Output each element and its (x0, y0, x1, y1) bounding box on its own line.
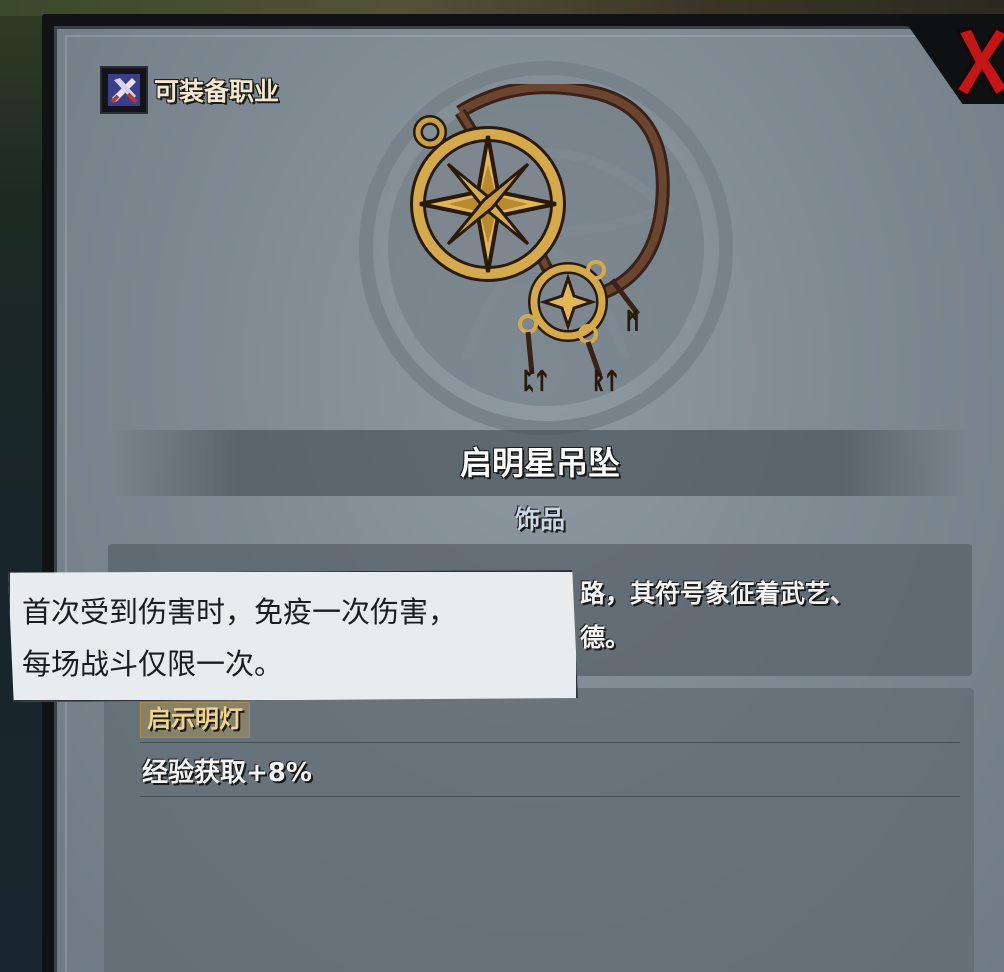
game-scene: 可装备职业 ᛈᛏ ᚱᛏ ᛗ 启明星吊坠 饰品 路，其符号象征着武艺、 德。 启示… (0, 0, 1004, 972)
svg-text:ᛗ: ᛗ (626, 309, 639, 334)
divider (140, 742, 960, 743)
trait-tooltip-text: 首次受到伤害时，免疫一次伤害， 每场战斗仅限一次。 (22, 595, 458, 681)
morning-star-pendant-icon: ᛈᛏ ᚱᛏ ᛗ (410, 84, 670, 395)
close-button[interactable] (950, 22, 1004, 102)
equippable-class-label: 可装备职业 (154, 77, 280, 106)
item-type: 饰品 (514, 505, 565, 534)
item-description: 路，其符号象征着武艺、 德。 (580, 579, 856, 652)
equippable-class-badge[interactable]: 可装备职业 (100, 66, 279, 114)
svg-text:ᛈᛏ: ᛈᛏ (522, 369, 548, 394)
close-icon (953, 26, 1004, 99)
divider (140, 796, 960, 797)
trait-tag[interactable]: 启示明灯 (140, 702, 250, 738)
svg-text:ᚱᛏ: ᚱᛏ (592, 369, 618, 394)
stat-line: 经验获取+8% (142, 758, 312, 788)
item-name: 启明星吊坠 (459, 444, 620, 482)
crossed-tools-icon (100, 66, 148, 114)
